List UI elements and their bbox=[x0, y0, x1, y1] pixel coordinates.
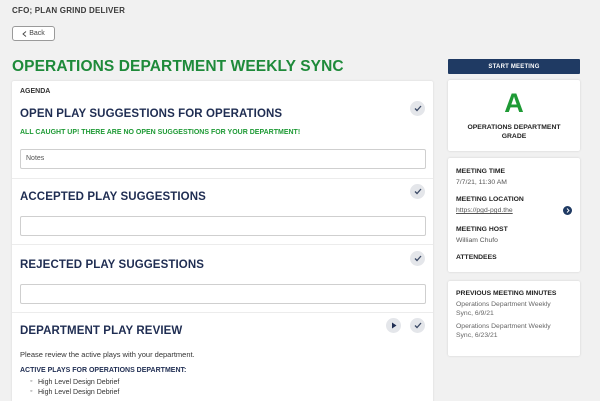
chevron-left-icon bbox=[22, 30, 27, 37]
meeting-time-heading: MEETING TIME bbox=[456, 168, 506, 175]
no-suggestions-message: ALL CAUGHT UP! THERE ARE NO OPEN SUGGEST… bbox=[20, 129, 301, 136]
grade-label: OPERATIONS DEPARTMENT GRADE bbox=[448, 123, 580, 141]
minutes-line: Operations Department Weekly bbox=[456, 301, 551, 308]
play-review-instruction: Please review the active plays with your… bbox=[20, 350, 195, 359]
meeting-location-link[interactable]: https://pgd-pgd.the bbox=[456, 207, 513, 214]
check-icon bbox=[414, 255, 421, 262]
section-divider bbox=[12, 244, 433, 245]
meeting-host-heading: MEETING HOST bbox=[456, 226, 508, 233]
meeting-location-open-button[interactable] bbox=[563, 206, 572, 215]
check-icon bbox=[414, 322, 421, 329]
back-button[interactable]: Back bbox=[12, 26, 55, 41]
play-review-title: DEPARTMENT PLAY REVIEW bbox=[20, 325, 183, 337]
grade-label-line2: GRADE bbox=[501, 133, 527, 140]
arrow-right-icon bbox=[566, 208, 570, 213]
minutes-line: Sync, 6/9/21 bbox=[456, 310, 494, 317]
meeting-time-value: 7/7/21, 11:30 AM bbox=[456, 179, 507, 186]
back-label: Back bbox=[29, 30, 45, 37]
grade-card: A OPERATIONS DEPARTMENT GRADE bbox=[448, 80, 580, 151]
rejected-suggestions-field[interactable] bbox=[20, 284, 426, 304]
page-title: OPERATIONS DEPARTMENT WEEKLY SYNC bbox=[12, 58, 344, 75]
minutes-line: Sync, 6/23/21 bbox=[456, 332, 498, 339]
meeting-location-heading: MEETING LOCATION bbox=[456, 196, 524, 203]
check-icon bbox=[414, 188, 421, 195]
open-suggestions-check-button[interactable] bbox=[410, 101, 425, 116]
start-meeting-button[interactable]: START MEETING bbox=[448, 59, 580, 74]
agenda-label: AGENDA bbox=[20, 88, 51, 95]
minutes-line: Operations Department Weekly bbox=[456, 323, 551, 330]
grade-letter: A bbox=[504, 88, 524, 118]
section-divider bbox=[12, 178, 433, 179]
active-plays-heading: ACTIVE PLAYS FOR OPERATIONS DEPARTMENT: bbox=[20, 367, 187, 374]
play-icon bbox=[391, 322, 396, 329]
grade-label-line1: OPERATIONS DEPARTMENT bbox=[467, 124, 561, 131]
active-play-item[interactable]: High Level Design Debrief bbox=[30, 388, 119, 396]
agenda-panel: AGENDA OPEN PLAY SUGGESTIONS FOR OPERATI… bbox=[12, 81, 433, 401]
play-review-check-button[interactable] bbox=[410, 318, 425, 333]
previous-minutes-card: PREVIOUS MEETING MINUTES Operations Depa… bbox=[448, 281, 580, 356]
breadcrumb: CFO; PLAN GRIND DELIVER bbox=[12, 6, 126, 15]
active-play-item[interactable]: High Level Design Debrief bbox=[30, 378, 119, 386]
open-suggestions-title: OPEN PLAY SUGGESTIONS FOR OPERATIONS bbox=[20, 108, 283, 120]
check-icon bbox=[414, 105, 421, 112]
meeting-info-card: MEETING TIME 7/7/21, 11:30 AM MEETING LO… bbox=[448, 158, 580, 272]
previous-minutes-heading: PREVIOUS MEETING MINUTES bbox=[456, 290, 557, 297]
previous-minutes-link[interactable]: Operations Department Weekly Sync, 6/9/2… bbox=[456, 300, 551, 318]
previous-minutes-link[interactable]: Operations Department Weekly Sync, 6/23/… bbox=[456, 322, 551, 340]
attendees-heading: ATTENDEES bbox=[456, 254, 497, 261]
accepted-check-button[interactable] bbox=[410, 184, 425, 199]
play-review-play-button[interactable] bbox=[386, 318, 401, 333]
accepted-suggestions-field[interactable] bbox=[20, 216, 426, 236]
notes-field[interactable]: Notes bbox=[20, 149, 426, 169]
accepted-suggestions-title: ACCEPTED PLAY SUGGESTIONS bbox=[20, 191, 206, 203]
section-divider bbox=[12, 312, 433, 313]
meeting-host-value: William Chufo bbox=[456, 237, 498, 244]
rejected-suggestions-title: REJECTED PLAY SUGGESTIONS bbox=[20, 259, 204, 271]
rejected-check-button[interactable] bbox=[410, 251, 425, 266]
